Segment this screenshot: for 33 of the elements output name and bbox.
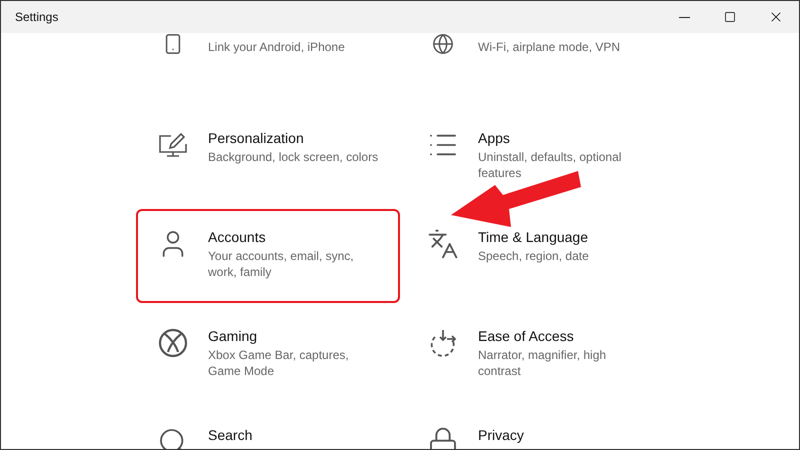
settings-tile[interactable]: Apps Uninstall, defaults, optional features [406, 110, 670, 204]
tile-title: Search [208, 426, 254, 444]
tile-description: Narrator, magnifier, high contrast [478, 347, 608, 379]
window-title: Settings [15, 9, 58, 26]
settings-tile[interactable]: Time & Language Speech, region, date [406, 209, 670, 303]
tile-title: Personalization [208, 129, 305, 147]
tile-description: Background, lock screen, colors [208, 149, 380, 165]
tile-description: Uninstall, defaults, optional features [478, 149, 622, 181]
tile-description: Your accounts, email, sync, work, family [208, 248, 355, 280]
tile-description: Link your Android, iPhone [208, 39, 346, 55]
maximize-icon [724, 11, 736, 23]
tile-description: Speech, region, date [478, 248, 590, 264]
settings-tile[interactable]: Personalization Background, lock screen, colors [136, 110, 400, 204]
minimize-icon [678, 16, 690, 18]
tile-title: Time & Language [478, 228, 589, 246]
tile-description: Xbox Game Bar, captures, Game Mode [208, 347, 350, 379]
tile-title: Accounts [208, 228, 267, 246]
settings-tile[interactable]: Ease of Access Narrator, magnifier, high contrast [406, 308, 670, 402]
tile-title: Gaming [208, 327, 258, 345]
tile-title: Ease of Access [478, 327, 575, 345]
xbox-icon [157, 327, 189, 359]
tile-title: Privacy [478, 426, 525, 444]
settings-tile[interactable]: Gaming Xbox Game Bar, captures, Game Mode [136, 308, 400, 402]
lock-icon [427, 426, 459, 449]
language-icon [427, 228, 459, 260]
tile-title: Apps [478, 129, 511, 147]
settings-tile[interactable]: Wi-Fi, airplane mode, VPN [406, 33, 670, 57]
highlighted-tile[interactable]: Accounts Your accounts, email, sync, work, family [136, 209, 400, 303]
settings-tile[interactable]: Link your Android, iPhone [136, 33, 400, 57]
globe-icon [432, 33, 454, 55]
settings-tile[interactable]: Privacy [406, 407, 670, 449]
settings-tile[interactable]: Search [136, 407, 400, 449]
tile-description: Wi-Fi, airplane mode, VPN [478, 39, 622, 55]
